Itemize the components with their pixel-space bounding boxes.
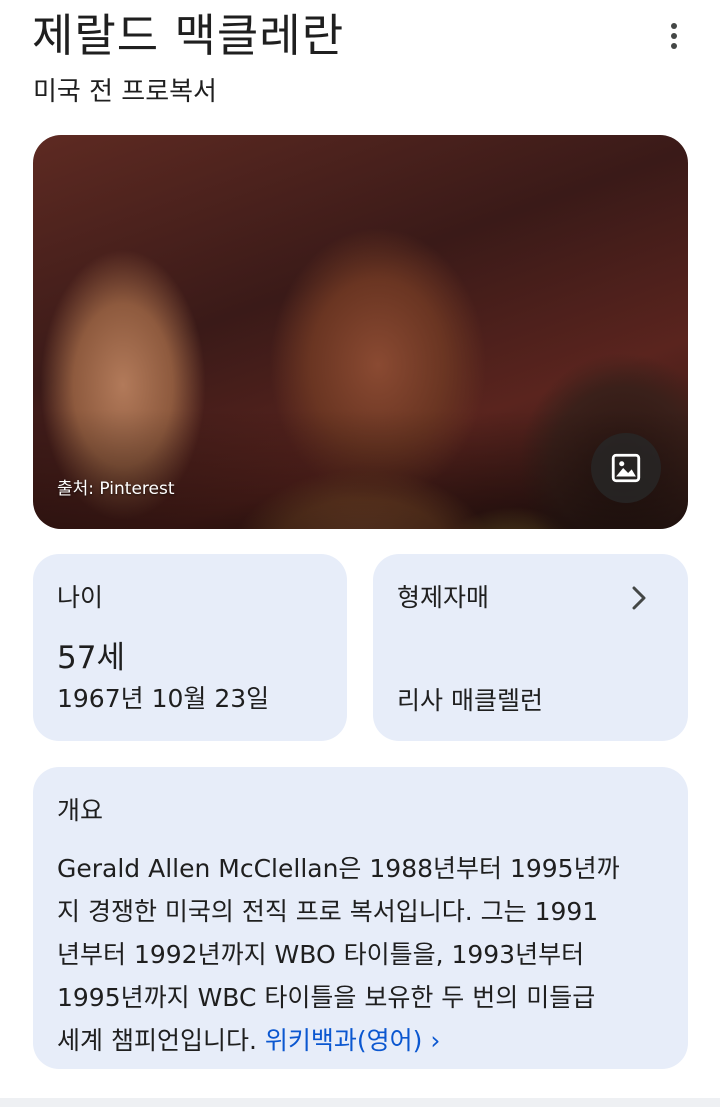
overview-text: Gerald Allen McClellan은 1988년부터 1995년까 지… xyxy=(57,847,669,1062)
bottom-divider xyxy=(0,1098,720,1107)
photo-shade xyxy=(33,409,688,529)
image-icon xyxy=(611,453,641,483)
siblings-card[interactable]: 형제자매 리사 매클렐런 xyxy=(373,554,688,741)
overview-line: 세계 챔피언입니다. xyxy=(57,1026,257,1055)
more-options-button[interactable] xyxy=(654,14,694,58)
view-images-button[interactable] xyxy=(591,433,661,503)
overview-line: 지 경쟁한 미국의 전직 프로 복서입니다. 그는 1991 xyxy=(57,897,599,926)
age-card: 나이 57세 1967년 10월 23일 xyxy=(33,554,347,741)
page-title: 제랄드 맥클레란 xyxy=(32,9,345,62)
overview-line: Gerald Allen McClellan은 1988년부터 1995년까 xyxy=(57,854,620,883)
more-vert-icon xyxy=(671,23,677,29)
age-value: 57세 xyxy=(57,640,125,676)
siblings-label: 형제자매 xyxy=(397,583,490,612)
overview-card: 개요 Gerald Allen McClellan은 1988년부터 1995년… xyxy=(33,767,688,1069)
age-label: 나이 xyxy=(57,583,104,612)
overview-label: 개요 xyxy=(57,796,104,825)
page-subtitle: 미국 전 프로복서 xyxy=(33,77,217,107)
overview-line: 1995년까지 WBC 타이틀을 보유한 두 번의 미들급 xyxy=(57,983,596,1012)
profile-photo[interactable]: 출처: Pinterest xyxy=(33,135,688,529)
siblings-value: 리사 매클렐런 xyxy=(397,686,543,715)
overview-line: 년부터 1992년까지 WBO 타이틀을, 1993년부터 xyxy=(57,940,585,969)
more-vert-icon-dot xyxy=(671,33,677,39)
photo-source-label: 출처: Pinterest xyxy=(57,479,175,499)
birth-date: 1967년 10월 23일 xyxy=(57,684,270,713)
overview-last-line: 세계 챔피언입니다. 위키백과(영어) › xyxy=(57,1019,669,1062)
chevron-right-icon xyxy=(632,586,646,610)
more-vert-icon-dot xyxy=(671,43,677,49)
wikipedia-link[interactable]: 위키백과(영어) › xyxy=(265,1026,440,1055)
